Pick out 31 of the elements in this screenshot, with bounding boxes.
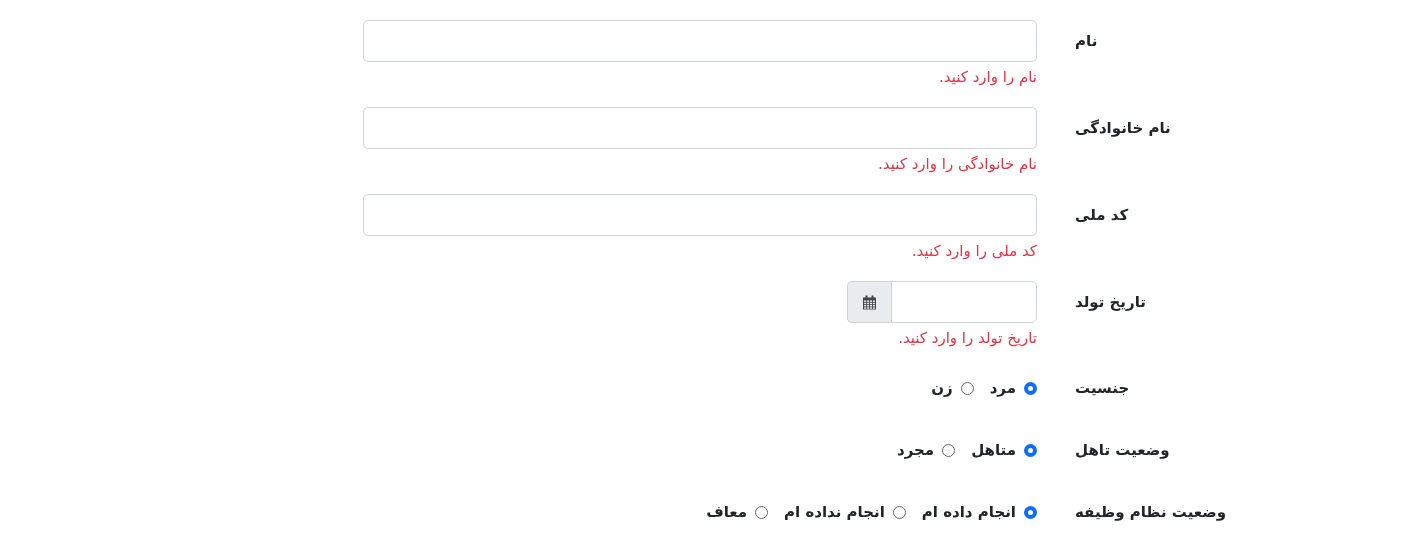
field-label: جنسیت <box>1075 378 1131 399</box>
field-label: وضعیت نظام وظیفه <box>1075 502 1228 523</box>
radio-label[interactable]: انجام نداده ام <box>784 503 885 521</box>
radio-button[interactable] <box>1024 381 1037 395</box>
error-message: نام را وارد کنید. <box>939 67 1037 88</box>
radio-label[interactable]: انجام داده ام <box>921 503 1016 521</box>
error-message: تاریخ تولد را وارد کنید. <box>898 328 1037 349</box>
error-message: نام خانوادگی را وارد کنید. <box>878 154 1037 175</box>
radio-label[interactable]: مجرد <box>897 441 935 459</box>
text-field[interactable] <box>363 107 1037 149</box>
radio-label[interactable]: معاف <box>706 503 748 521</box>
calendar-icon <box>862 294 877 310</box>
radio-button[interactable] <box>755 505 769 519</box>
field-label: نام <box>1075 31 1099 52</box>
radio-label[interactable]: زن <box>931 379 953 397</box>
text-field[interactable] <box>363 194 1037 236</box>
error-message: کد ملی را وارد کنید. <box>911 241 1037 262</box>
radio-label[interactable]: متاهل <box>971 441 1016 459</box>
field-label: کد ملی <box>1075 205 1130 226</box>
calendar-button[interactable] <box>847 281 891 323</box>
radio-button[interactable] <box>1024 505 1037 519</box>
radio-button[interactable] <box>892 505 906 519</box>
radio-label[interactable]: مرد <box>989 379 1016 397</box>
field-label: تاریخ تولد <box>1075 292 1147 313</box>
field-label: وضعیت تاهل <box>1075 440 1171 461</box>
radio-button[interactable] <box>942 443 956 457</box>
date-field[interactable] <box>891 281 1037 323</box>
field-label: نام خانوادگی <box>1075 118 1172 139</box>
text-field[interactable] <box>363 20 1037 62</box>
radio-button[interactable] <box>1024 443 1037 457</box>
radio-button[interactable] <box>960 381 974 395</box>
